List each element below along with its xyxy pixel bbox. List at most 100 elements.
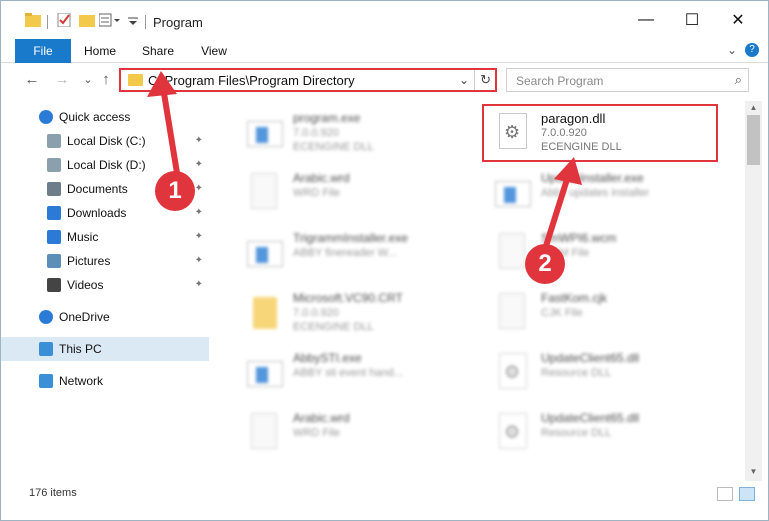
refresh-icon[interactable]: ↻: [480, 72, 491, 88]
file-name: UpdateInstaller.exe: [541, 171, 644, 185]
file-item[interactable]: Arabic.wrd WRD File: [235, 165, 475, 221]
sidebar-item-label: Pictures: [67, 254, 111, 268]
pin-icon[interactable]: ✦: [195, 225, 203, 249]
search-input[interactable]: Search Program ⌕: [506, 68, 749, 92]
sidebar-item-label: Documents: [67, 182, 128, 196]
properties-icon[interactable]: [57, 12, 73, 28]
sidebar-item-music[interactable]: Music ✦: [1, 225, 209, 249]
file-name: UpdateClient65.dll: [541, 411, 640, 425]
file-detail: WRD File: [293, 427, 341, 439]
sidebar-item-network[interactable]: Network: [1, 369, 209, 393]
pin-icon[interactable]: ✦: [195, 177, 203, 201]
file-detail: ABBY sti event hand...: [293, 367, 403, 379]
recent-locations-icon[interactable]: ⌄: [79, 71, 97, 89]
scroll-down-icon[interactable]: ▼: [747, 467, 760, 479]
title-separator: [145, 15, 146, 29]
pin-icon[interactable]: ✦: [195, 249, 203, 273]
pin-icon[interactable]: ✦: [195, 129, 203, 153]
vertical-scrollbar[interactable]: ▲ ▼: [745, 101, 762, 481]
tab-file[interactable]: File: [15, 39, 71, 63]
sidebar-item-label: Local Disk (D:): [67, 158, 146, 172]
app-icon: [245, 353, 285, 393]
tab-share[interactable]: Share: [135, 39, 181, 63]
sidebar-item-label: Network: [59, 374, 104, 388]
title-bar: Program — ☐ ✕: [1, 1, 768, 39]
sidebar-item-this-pc[interactable]: This PC: [1, 337, 209, 361]
file-description: ECENGINE DLL: [293, 321, 374, 333]
file-item[interactable]: Microsoft.VC90.CRT 7.0.0.920 ECENGINE DLL: [235, 285, 475, 341]
close-button[interactable]: ✕: [715, 5, 761, 35]
address-path[interactable]: C:\Program Files\Program Directory: [148, 73, 355, 88]
address-dropdown-icon[interactable]: ⌄: [459, 73, 469, 87]
dll-icon: ⚙: [493, 413, 533, 453]
sidebar-item-videos[interactable]: Videos ✦: [1, 273, 209, 297]
file-icon: [493, 293, 533, 333]
sidebar-item-onedrive[interactable]: OneDrive: [1, 305, 209, 329]
ribbon-tabs: File Home Share View ⌄ ?: [1, 39, 768, 63]
scroll-up-icon[interactable]: ▲: [747, 103, 760, 115]
callout-2: 2: [525, 244, 565, 284]
ribbon-expand-icon[interactable]: ⌄: [727, 43, 737, 57]
file-item[interactable]: ⚙ UpdateClient65.dll Resource DLL: [483, 345, 723, 401]
new-folder-icon[interactable]: [79, 13, 95, 27]
file-detail: WRD File: [293, 187, 341, 199]
back-icon[interactable]: ←: [23, 71, 41, 89]
help-icon[interactable]: ?: [745, 43, 759, 57]
file-detail: ABBY finereader W...: [293, 247, 397, 259]
file-detail: Abby updates installer: [541, 187, 650, 199]
file-detail: 7.0.0.920: [293, 307, 339, 319]
file-item[interactable]: TrigrammInstaller.exe ABBY finereader W..…: [235, 225, 475, 281]
pin-icon[interactable]: ✦: [195, 153, 203, 177]
scrollbar-thumb[interactable]: [747, 115, 760, 165]
maximize-icon: ☐: [684, 12, 700, 29]
sidebar-item-local-disk-c[interactable]: Local Disk (C:) ✦: [1, 129, 209, 153]
pictures-icon: [47, 254, 61, 268]
file-name: AbbySTI.exe: [293, 351, 362, 365]
customize-icon[interactable]: [98, 13, 120, 27]
file-item[interactable]: SmWPI6.wcm WCM File: [483, 225, 723, 281]
file-icon: [245, 413, 285, 453]
file-item[interactable]: ⚙ UpdateClient65.dll Resource DLL: [483, 405, 723, 461]
tab-home[interactable]: Home: [77, 39, 123, 63]
sidebar-item-quick-access[interactable]: Quick access: [1, 105, 209, 129]
star-icon: [39, 110, 53, 124]
callout-1: 1: [155, 171, 195, 211]
minimize-button[interactable]: —: [623, 5, 669, 35]
file-item[interactable]: Arabic.wrd WRD File: [235, 405, 475, 461]
search-icon[interactable]: ⌕: [735, 72, 742, 88]
details-view-icon[interactable]: [717, 487, 733, 501]
music-icon: [47, 230, 61, 244]
installer-icon: [245, 113, 285, 153]
maximize-button[interactable]: ☐: [669, 5, 715, 35]
minimize-icon: —: [638, 11, 654, 28]
address-divider: [474, 70, 475, 90]
close-icon: ✕: [731, 12, 745, 29]
file-name: TrigrammInstaller.exe: [293, 231, 408, 245]
quick-access-dropdown-icon[interactable]: [127, 13, 143, 27]
large-icons-view-icon[interactable]: [739, 487, 755, 501]
file-name: Arabic.wrd: [293, 411, 350, 425]
pin-icon[interactable]: ✦: [195, 201, 203, 225]
forward-icon[interactable]: →: [53, 71, 71, 89]
network-icon: [39, 374, 53, 388]
folder-icon: [245, 293, 285, 333]
file-item[interactable]: UpdateInstaller.exe Abby updates installe…: [483, 165, 723, 221]
file-item[interactable]: AbbySTI.exe ABBY sti event hand...: [235, 345, 475, 401]
title-separator: [47, 15, 48, 29]
status-bar: 176 items: [1, 483, 768, 505]
sidebar-item-label: Quick access: [59, 110, 131, 124]
address-bar[interactable]: C:\Program Files\Program Directory ⌄ ↻: [119, 68, 497, 92]
pin-icon[interactable]: ✦: [195, 273, 203, 297]
file-detail: Resource DLL: [541, 367, 612, 379]
drive-icon: [47, 134, 61, 148]
sidebar-item-pictures[interactable]: Pictures ✦: [1, 249, 209, 273]
sidebar-item-label: Videos: [67, 278, 104, 292]
tab-view[interactable]: View: [191, 39, 237, 63]
file-item[interactable]: FastKom.cjk CJK File: [483, 285, 723, 341]
folder-icon[interactable]: [25, 13, 41, 27]
file-item[interactable]: program.exe 7.0.0.920 ECENGINE DLL: [235, 105, 475, 161]
documents-icon: [47, 182, 61, 196]
up-icon[interactable]: ↑: [97, 71, 115, 89]
sidebar-item-label: OneDrive: [59, 310, 110, 324]
cloud-icon: [39, 310, 53, 324]
